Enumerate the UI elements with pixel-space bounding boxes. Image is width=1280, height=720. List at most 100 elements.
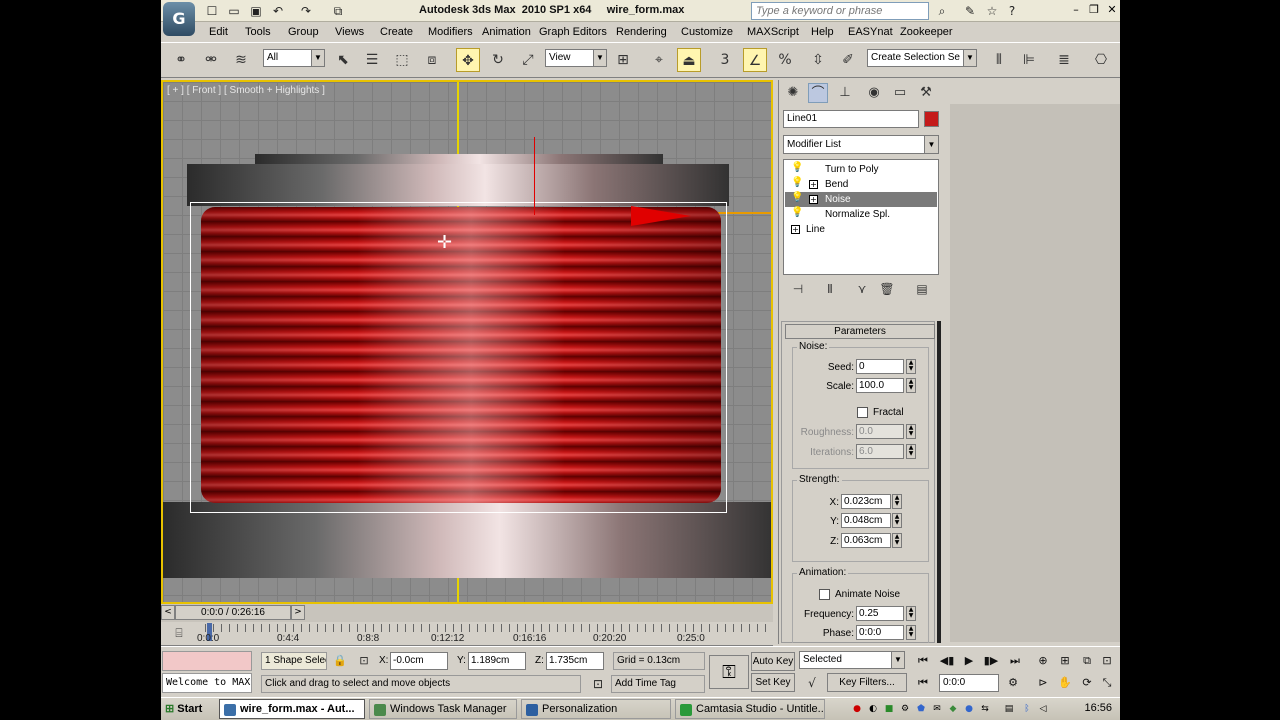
zoom-extents-icon[interactable]: ⧉ xyxy=(1077,652,1097,670)
spinner-arrows-icon[interactable]: ▲ ▼ xyxy=(892,494,902,509)
modifier-list-dropdown[interactable]: Modifier List ▼ xyxy=(783,135,939,154)
frequency-spinner[interactable]: 0.25 xyxy=(856,606,904,621)
expand-plus-icon[interactable]: + xyxy=(791,225,800,234)
z-coordinate-field[interactable]: 1.735cm xyxy=(546,652,604,670)
pin-stack-icon[interactable]: ⊣ xyxy=(789,280,807,298)
current-frame-field[interactable]: 0:0:0 xyxy=(939,674,999,692)
spinner-arrows-icon[interactable]: ▲ ▼ xyxy=(906,625,916,640)
align-icon[interactable]: ⊫ xyxy=(1017,48,1041,72)
stack-item-noise[interactable]: 💡 + Noise xyxy=(785,192,937,207)
parameters-rollout-header[interactable]: Parameters xyxy=(785,324,935,339)
mirror-icon[interactable]: ⫴ xyxy=(987,48,1011,72)
taskbar-item-3dsmax[interactable]: wire_form.max - Aut... xyxy=(219,699,365,719)
menu-animation[interactable]: Animation xyxy=(482,26,531,38)
go-to-end-icon[interactable]: ⏭ xyxy=(1005,652,1025,670)
binoculars-icon[interactable]: ⌕ xyxy=(933,3,951,19)
snaps-toggle-icon[interactable]: 3 xyxy=(713,48,737,72)
selection-lock-icon[interactable]: 🔒 xyxy=(331,653,349,669)
minimize-icon[interactable]: – xyxy=(1069,3,1083,17)
close-icon[interactable]: ✕ xyxy=(1105,3,1119,17)
orbit-icon[interactable]: ⟳ xyxy=(1077,674,1097,692)
time-prev-button[interactable]: < xyxy=(161,605,175,620)
undo-icon[interactable]: ↶ xyxy=(269,3,287,19)
tray-app-icon[interactable]: ✉ xyxy=(931,703,943,715)
select-and-rotate-icon[interactable]: ↻ xyxy=(486,48,510,72)
open-folder-icon[interactable]: ▭ xyxy=(225,3,243,19)
track-bar[interactable]: ⌸ 0:0:0 0:4:4 0:8:8 0:12:12 0:16:16 0:20… xyxy=(161,622,773,646)
spinner-arrows-icon[interactable]: ▲ ▼ xyxy=(906,424,916,439)
window-crossing-icon[interactable]: ⧈ xyxy=(420,48,444,72)
expand-plus-icon[interactable]: + xyxy=(809,195,818,204)
zoom-extents-all-icon[interactable]: ⊡ xyxy=(1097,652,1117,670)
menu-modifiers[interactable]: Modifiers xyxy=(428,26,473,38)
show-end-result-icon[interactable]: Ⅱ xyxy=(821,280,839,298)
strength-z-spinner[interactable]: 0.063cm xyxy=(841,533,891,548)
panel-scrollbar[interactable] xyxy=(937,321,941,643)
zoom-all-icon[interactable]: ⊞ xyxy=(1055,652,1075,670)
volume-icon[interactable]: ◁ xyxy=(1037,703,1049,715)
menu-graph-editors[interactable]: Graph Editors xyxy=(539,26,607,38)
previous-frame-icon[interactable]: ◀▮ xyxy=(937,652,957,670)
tray-app-icon[interactable]: ● xyxy=(963,703,975,715)
tray-app-icon[interactable]: ⬟ xyxy=(915,703,927,715)
hierarchy-tab-icon[interactable]: ⊥ xyxy=(835,83,855,103)
record-icon[interactable]: ● xyxy=(851,703,863,715)
pan-hand-icon[interactable]: ✋ xyxy=(1055,674,1075,692)
seed-spinner[interactable]: 0 xyxy=(856,359,904,374)
modify-tab-icon[interactable]: ⌒ xyxy=(808,83,828,103)
reference-coordinate-dropdown[interactable]: View ▼ xyxy=(545,49,607,67)
strength-x-spinner[interactable]: 0.023cm xyxy=(841,494,891,509)
set-key-button[interactable]: Set Key xyxy=(751,673,795,692)
time-slider[interactable]: < 0:0:0 / 0:26:16 > xyxy=(161,604,773,622)
create-tab-icon[interactable]: ✺ xyxy=(783,83,803,103)
configure-modifier-sets-icon[interactable]: ▤ xyxy=(913,280,931,298)
menu-zookeeper[interactable]: Zookeeper xyxy=(900,26,953,38)
phase-spinner[interactable]: 0:0:0 xyxy=(856,625,904,640)
play-icon[interactable]: ▶ xyxy=(959,652,979,670)
tray-app-icon[interactable]: ⇆ xyxy=(979,703,991,715)
lightbulb-icon[interactable]: 💡 xyxy=(791,162,803,173)
default-tangent-icon[interactable]: √ xyxy=(803,675,821,691)
spinner-arrows-icon[interactable]: ▲ ▼ xyxy=(892,533,902,548)
app-logo[interactable]: G xyxy=(163,2,195,36)
taskbar-item-camtasia[interactable]: Camtasia Studio - Untitle... xyxy=(675,699,825,719)
menu-edit[interactable]: Edit xyxy=(209,26,228,38)
help-icon[interactable]: ? xyxy=(1003,3,1021,19)
utilities-tab-icon[interactable]: ⚒ xyxy=(916,83,936,103)
wrench-icon[interactable]: ✎ xyxy=(961,3,979,19)
select-by-name-icon[interactable]: ☰ xyxy=(360,48,384,72)
named-selection-dropdown[interactable]: Create Selection Se ▼ xyxy=(867,49,977,67)
spinner-arrows-icon[interactable]: ▲ ▼ xyxy=(906,606,916,621)
pivot-center-icon[interactable]: ⊞ xyxy=(611,48,635,72)
y-coordinate-field[interactable]: 1.189cm xyxy=(468,652,526,670)
edit-named-selection-icon[interactable]: ✐ xyxy=(836,48,860,72)
menu-tools[interactable]: Tools xyxy=(245,26,271,38)
gizmo-x-arrow[interactable] xyxy=(631,206,691,226)
viewport-label[interactable]: [ + ] [ Front ] [ Smooth + Highlights ] xyxy=(167,85,325,96)
select-and-scale-icon[interactable]: ⤢ xyxy=(516,48,540,72)
menu-views[interactable]: Views xyxy=(335,26,364,38)
go-to-start-icon[interactable]: ⏮ xyxy=(913,652,933,670)
key-mode-toggle-icon[interactable]: ⏮ xyxy=(913,674,933,692)
taskbar-item-personalization[interactable]: Personalization xyxy=(521,699,671,719)
remove-modifier-icon[interactable]: 🗑 xyxy=(878,280,896,298)
expand-plus-icon[interactable]: + xyxy=(809,180,818,189)
key-filters-button[interactable]: Key Filters... xyxy=(827,673,907,692)
new-file-icon[interactable]: ☐ xyxy=(203,3,221,19)
menu-rendering[interactable]: Rendering xyxy=(616,26,667,38)
iterations-spinner[interactable]: 6.0 xyxy=(856,444,904,459)
keyboard-shortcut-override-icon[interactable]: ⏏ xyxy=(677,48,701,72)
display-tab-icon[interactable]: ▭ xyxy=(890,83,910,103)
fractal-checkbox[interactable] xyxy=(857,407,868,418)
lightbulb-icon[interactable]: 💡 xyxy=(791,177,803,188)
object-name-field[interactable]: Line01 xyxy=(783,110,919,128)
tray-app-icon[interactable]: ◐ xyxy=(867,703,879,715)
rectangular-region-icon[interactable]: ⬚ xyxy=(390,48,414,72)
bind-space-warp-icon[interactable]: ≋ xyxy=(229,48,253,72)
search-input[interactable]: Type a keyword or phrase xyxy=(751,2,929,20)
set-key-icon[interactable]: ⚿ xyxy=(709,655,749,689)
next-frame-icon[interactable]: ▮▶ xyxy=(981,652,1001,670)
redo-icon[interactable]: ↷ xyxy=(297,3,315,19)
spinner-arrows-icon[interactable]: ▲ ▼ xyxy=(906,444,916,459)
stack-item-bend[interactable]: 💡 + Bend xyxy=(785,177,937,192)
